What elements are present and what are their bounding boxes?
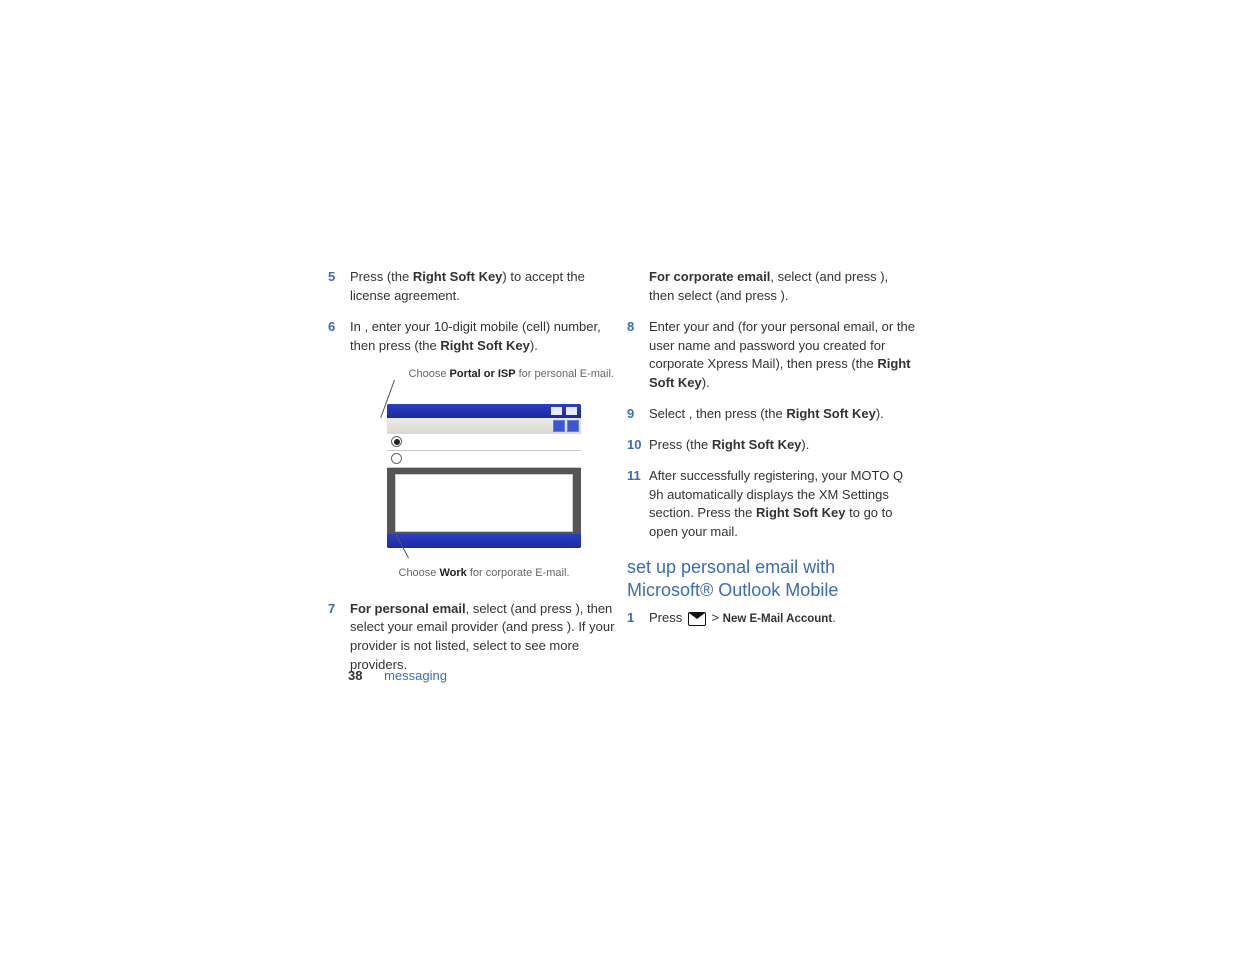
signal-icon — [566, 407, 577, 415]
text: (the — [414, 338, 440, 353]
step-number: 10 — [627, 436, 649, 455]
step-body: Press > New E-Mail Account. — [649, 609, 917, 628]
text: ). — [876, 406, 884, 421]
callout-line-top — [350, 382, 618, 404]
callout-line-bottom — [350, 552, 618, 566]
text: Press — [649, 437, 686, 452]
phone-status-bar — [387, 404, 581, 418]
section-heading: set up personal email with Microsoft® Ou… — [627, 556, 917, 601]
window-button-icon — [567, 420, 579, 432]
text: Choose — [399, 567, 440, 579]
step-7: 7 For personal email, select (and press … — [328, 600, 618, 675]
bold-text: Portal or ISP — [450, 368, 516, 380]
section-name: messaging — [384, 668, 447, 683]
text: Press — [350, 269, 387, 284]
text: , then press — [689, 406, 761, 421]
phone-figure: Choose Portal or ISP for personal E-mail… — [350, 367, 618, 581]
step-1: 1 Press > New E-Mail Account. — [627, 609, 917, 628]
step-body: Press (the Right Soft Key) to accept the… — [350, 268, 618, 306]
step-body: After successfully registering, your MOT… — [649, 467, 917, 542]
text: ). — [530, 338, 538, 353]
text: and — [713, 319, 738, 334]
phone-option-list — [387, 434, 581, 468]
battery-icon — [551, 407, 562, 415]
text: (the — [760, 406, 786, 421]
text: , select — [770, 269, 815, 284]
bold-text: Work — [439, 567, 466, 579]
text: , select — [466, 601, 511, 616]
text: (the — [851, 356, 877, 371]
bold-text: For personal email — [350, 601, 466, 616]
bold-text: Right Soft Key — [440, 338, 530, 353]
radio-selected-icon — [391, 436, 402, 447]
text: Press — [649, 610, 686, 625]
phone-content-box — [395, 474, 573, 532]
radio-icon — [391, 453, 402, 464]
step-number: 1 — [627, 609, 649, 628]
step-number: 7 — [328, 600, 350, 675]
text: for corporate E-mail. — [467, 567, 570, 579]
list-item — [387, 434, 581, 451]
window-button-icon — [553, 420, 565, 432]
bold-text: Right Soft Key — [413, 269, 503, 284]
text: ). — [781, 288, 789, 303]
text: (the — [387, 269, 413, 284]
text: for personal E-mail. — [516, 368, 614, 380]
step-body: In , enter your 10-digit mobile (cell) n… — [350, 318, 618, 356]
text: Select — [649, 406, 689, 421]
bold-text: Right Soft Key — [756, 505, 846, 520]
step-6: 6 In , enter your 10-digit mobile (cell)… — [328, 318, 618, 356]
menu-path: New E-Mail Account — [723, 613, 832, 625]
envelope-icon — [688, 612, 706, 626]
step-number: 11 — [627, 467, 649, 542]
step-body: Press (the Right Soft Key). — [649, 436, 917, 455]
text: Enter your — [649, 319, 713, 334]
step-body: Select , then press (the Right Soft Key)… — [649, 405, 917, 424]
step-number: 6 — [328, 318, 350, 356]
step-body: For corporate email, select (and press )… — [649, 268, 917, 306]
step-10: 10 Press (the Right Soft Key). — [627, 436, 917, 455]
bold-text: For corporate email — [649, 269, 770, 284]
step-number: 5 — [328, 268, 350, 306]
bold-text: Right Soft Key — [712, 437, 802, 452]
page-footer: 38 messaging — [348, 668, 447, 683]
step-body: For personal email, select (and press ),… — [350, 600, 618, 675]
step-9: 9 Select , then press (the Right Soft Ke… — [627, 405, 917, 424]
phone-window-bar — [387, 418, 581, 434]
figure-label-bottom: Choose Work for corporate E-mail. — [350, 566, 618, 582]
step-11: 11 After successfully registering, your … — [627, 467, 917, 542]
bold-text: Right Soft Key — [786, 406, 876, 421]
text: (and press — [510, 601, 575, 616]
step-5: 5 Press (the Right Soft Key) to accept t… — [328, 268, 618, 306]
step-number — [627, 268, 649, 306]
text: Choose — [409, 368, 450, 380]
text: In — [350, 319, 364, 334]
text: (and press — [815, 269, 880, 284]
phone-softkey-bar — [387, 534, 581, 548]
phone-screen — [387, 404, 581, 548]
text: (and press — [716, 288, 781, 303]
text: . — [832, 610, 836, 625]
page-number: 38 — [348, 668, 362, 683]
text: > — [708, 610, 723, 625]
step-number: 8 — [627, 318, 649, 393]
text: ). — [702, 375, 710, 390]
text: (the — [686, 437, 712, 452]
step-8: 8 Enter your and (for your personal emai… — [627, 318, 917, 393]
figure-label-top: Choose Portal or ISP for personal E-mail… — [350, 367, 618, 381]
text: ). — [801, 437, 809, 452]
step-7-continued: For corporate email, select (and press )… — [627, 268, 917, 306]
list-item — [387, 451, 581, 468]
step-number: 9 — [627, 405, 649, 424]
step-body: Enter your and (for your personal email,… — [649, 318, 917, 393]
